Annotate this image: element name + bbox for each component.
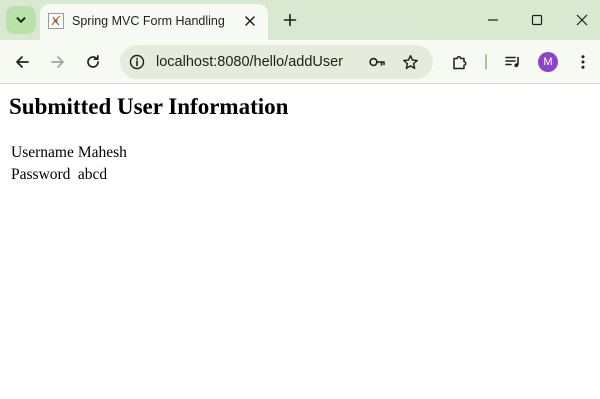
address-bar[interactable]: localhost:8080/hello/addUser	[120, 45, 433, 79]
minimize-button[interactable]	[481, 8, 505, 32]
browser-menu-button[interactable]	[572, 51, 594, 73]
bookmark-button[interactable]	[400, 52, 420, 72]
user-info-table: Username Mahesh Password abcd	[11, 143, 127, 187]
close-window-button[interactable]	[570, 8, 594, 32]
maximize-button[interactable]	[525, 8, 549, 32]
key-icon	[369, 57, 385, 67]
media-controls-button[interactable]	[502, 51, 524, 73]
java-favicon-icon	[48, 13, 64, 29]
profile-avatar[interactable]: M	[538, 52, 558, 72]
tab-close-button[interactable]	[242, 13, 258, 29]
back-button[interactable]	[11, 51, 33, 73]
active-tab[interactable]: Spring MVC Form Handling	[40, 4, 268, 40]
playlist-icon	[505, 56, 519, 68]
toolbar-divider	[485, 54, 487, 70]
arrow-left-icon	[16, 56, 29, 68]
info-icon	[129, 54, 145, 70]
address-url[interactable]: localhost:8080/hello/addUser	[156, 54, 343, 70]
table-row: Password abcd	[11, 165, 127, 187]
password-manager-button[interactable]	[367, 52, 387, 72]
site-info-button[interactable]	[127, 52, 147, 72]
forward-button[interactable]	[47, 51, 69, 73]
puzzle-icon	[453, 55, 467, 70]
tab-search-button[interactable]	[6, 6, 36, 34]
extensions-button[interactable]	[449, 51, 471, 73]
star-icon	[402, 54, 418, 69]
page-content: Submitted User Information Username Mahe…	[0, 85, 600, 399]
plus-icon	[283, 13, 297, 27]
minimize-icon	[488, 19, 498, 21]
tab-strip: Spring MVC Form Handling	[0, 0, 600, 40]
reload-button[interactable]	[82, 51, 104, 73]
chevron-down-icon	[16, 17, 26, 23]
new-tab-button[interactable]	[279, 9, 301, 31]
table-row: Username Mahesh	[11, 143, 127, 165]
more-vertical-icon	[581, 55, 585, 69]
reload-icon	[87, 54, 99, 68]
page-heading: Submitted User Information	[9, 94, 289, 119]
arrow-right-icon	[51, 56, 64, 68]
close-icon	[245, 16, 255, 26]
password-label: Password	[11, 165, 71, 183]
browser-toolbar: localhost:8080/hello/addUser M	[0, 40, 600, 84]
maximize-icon	[531, 14, 543, 26]
username-label: Username	[11, 143, 74, 161]
password-value: abcd	[77, 165, 108, 183]
close-icon	[576, 14, 588, 26]
username-value: Mahesh	[77, 143, 127, 161]
tab-title: Spring MVC Form Handling	[72, 14, 225, 28]
